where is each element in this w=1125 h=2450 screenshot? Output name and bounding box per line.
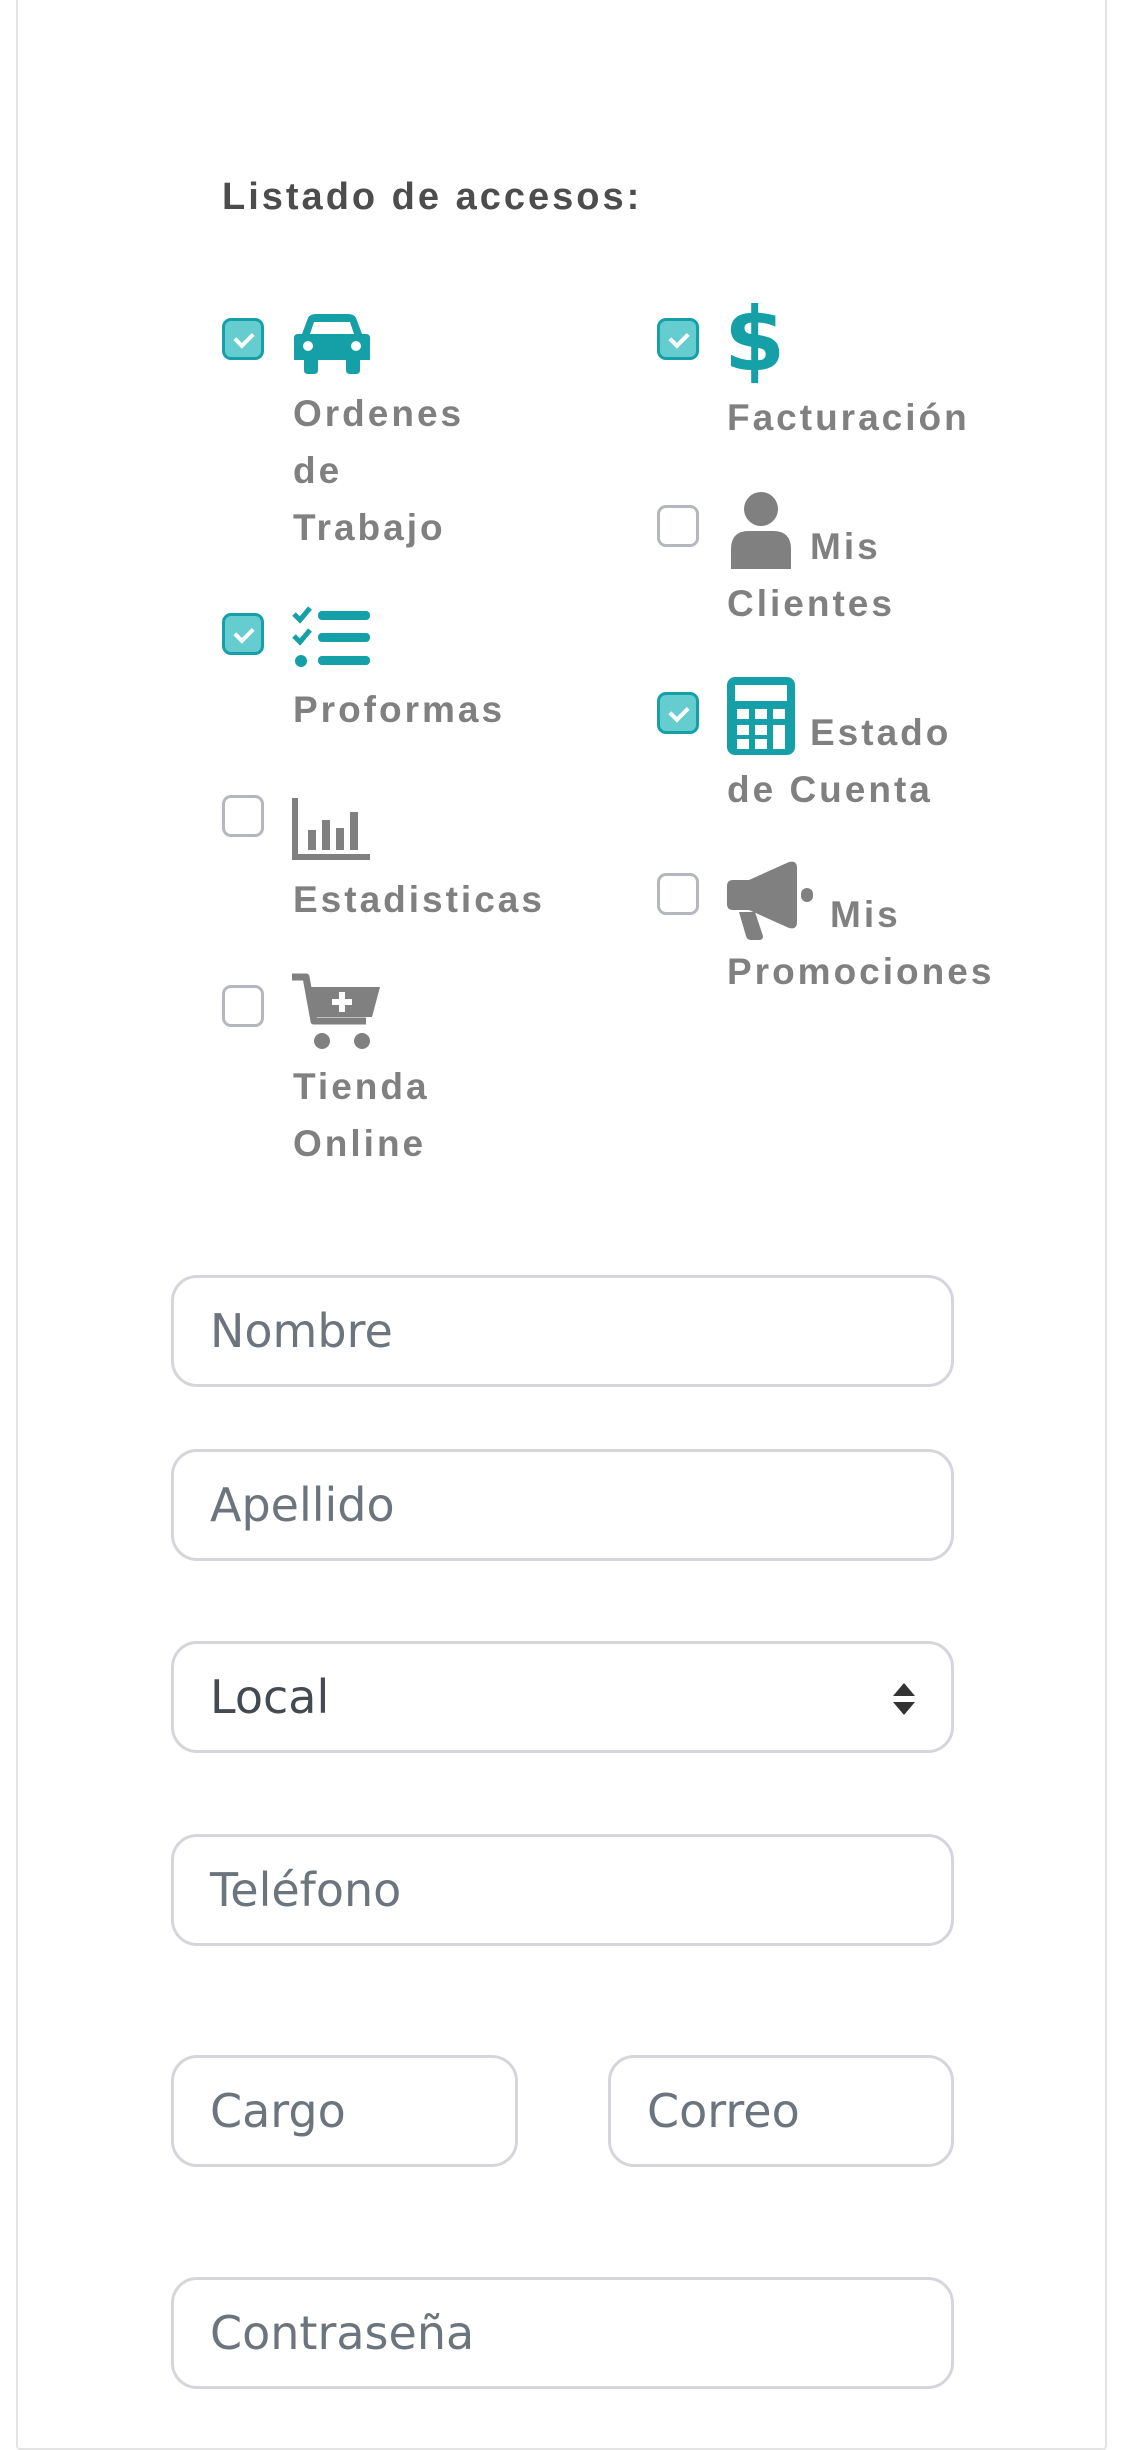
checkbox-proformas[interactable] <box>222 613 264 655</box>
checkbox-mis-clientes[interactable] <box>657 505 699 547</box>
label-mis-clientes: Mis Clientes <box>727 526 895 624</box>
select-arrows-icon <box>893 1683 915 1715</box>
checkbox-estado-cuenta[interactable] <box>657 692 699 734</box>
checkbox-mis-promociones[interactable] <box>657 873 699 915</box>
label-mis-promociones: Mis Promociones <box>727 894 995 992</box>
nombre-placeholder: Nombre <box>210 1304 393 1358</box>
correo-placeholder: Correo <box>647 2084 800 2138</box>
car-icon <box>294 314 370 374</box>
label-ordenes: Ordenes de Trabajo <box>293 393 465 548</box>
checkbox-facturacion[interactable] <box>657 318 699 360</box>
checkbox-estadisticas[interactable] <box>222 795 264 837</box>
telefono-placeholder: Teléfono <box>210 1863 402 1917</box>
cargo-field[interactable]: Cargo <box>171 2055 518 2167</box>
checkbox-ordenes[interactable] <box>222 318 264 360</box>
telefono-field[interactable]: Teléfono <box>171 1834 954 1946</box>
checkbox-tienda[interactable] <box>222 985 264 1027</box>
cart-plus-icon <box>292 973 380 1049</box>
cargo-placeholder: Cargo <box>210 2084 346 2138</box>
label-facturacion: Facturación <box>727 397 970 438</box>
local-selected-value: Local <box>210 1670 330 1724</box>
password-field[interactable]: Contraseña <box>171 2277 954 2389</box>
access-list-title: Listado de accesos: <box>222 176 643 218</box>
label-proformas: Proformas <box>293 689 506 730</box>
local-select[interactable]: Local <box>171 1641 954 1753</box>
nombre-field[interactable]: Nombre <box>171 1275 954 1387</box>
label-tienda: Tienda Online <box>293 1066 430 1164</box>
checklist-icon <box>292 606 370 667</box>
password-placeholder: Contraseña <box>210 2306 475 2360</box>
correo-field[interactable]: Correo <box>608 2055 954 2167</box>
bar-chart-icon <box>292 798 370 860</box>
apellido-field[interactable]: Apellido <box>171 1449 954 1561</box>
dollar-icon: $ <box>724 288 786 391</box>
label-estadisticas: Estadisticas <box>293 879 545 920</box>
label-estado-cuenta: Estado de Cuenta <box>727 712 952 810</box>
apellido-placeholder: Apellido <box>210 1478 395 1532</box>
